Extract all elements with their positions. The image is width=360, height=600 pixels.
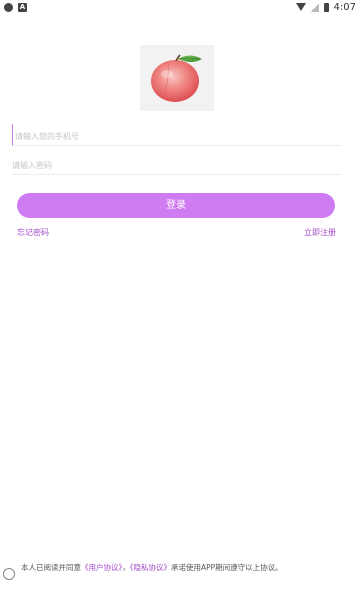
- peach-icon: [151, 54, 202, 102]
- signal-icon: [310, 2, 319, 12]
- register-link[interactable]: 立即注册: [304, 228, 336, 238]
- forgot-password-link[interactable]: 忘记密码: [17, 228, 49, 238]
- agreement-radio[interactable]: [3, 568, 15, 580]
- password-field: [12, 153, 342, 175]
- agreement-suffix: 承诺使用APP期间遵守以上协议。: [171, 563, 283, 572]
- agreement: 本人已阅读并同意《用户协议》，《隐私协议》承诺使用APP期间遵守以上协议。: [3, 563, 333, 580]
- agreement-separator: ，: [122, 563, 130, 572]
- chat-bubble-icon: [4, 2, 13, 12]
- phone-input[interactable]: [13, 132, 344, 141]
- status-right: 4:07: [295, 1, 356, 13]
- wifi-icon: [295, 3, 306, 11]
- phone-field: [12, 124, 344, 146]
- password-input[interactable]: [12, 161, 342, 170]
- user-agreement-link[interactable]: 《用户协议》: [81, 563, 122, 572]
- privacy-policy-link[interactable]: 《隐私协议》: [130, 563, 171, 572]
- status-left: A: [4, 2, 27, 12]
- status-bar: A 4:07: [0, 0, 360, 14]
- status-time: 4:07: [333, 1, 356, 13]
- login-button[interactable]: 登录: [17, 193, 335, 218]
- a-icon: A: [18, 2, 27, 12]
- app-logo: [140, 45, 214, 111]
- battery-icon: [323, 2, 329, 12]
- agreement-prefix: 本人已阅读并同意: [21, 563, 81, 572]
- agreement-text: 本人已阅读并同意《用户协议》，《隐私协议》承诺使用APP期间遵守以上协议。: [21, 563, 317, 573]
